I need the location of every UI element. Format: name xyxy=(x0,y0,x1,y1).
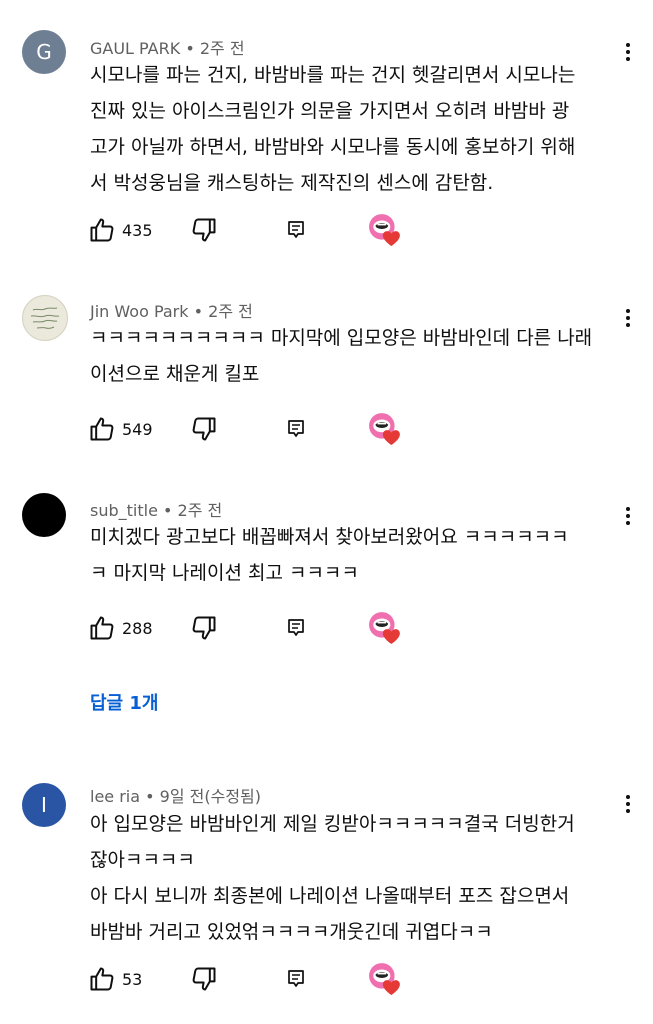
creator-heart-badge xyxy=(368,413,402,445)
comment-line: 이션으로 채운게 킬포 xyxy=(90,363,260,385)
view-replies-link[interactable]: 답글 1개 xyxy=(90,689,158,715)
creator-heart-icon xyxy=(368,213,402,247)
comment-time[interactable]: 2주 전 xyxy=(200,39,245,58)
reply-button[interactable] xyxy=(284,413,308,445)
more-vert-icon[interactable] xyxy=(618,304,638,332)
like-button[interactable]: 549 xyxy=(88,413,153,445)
like-count: 435 xyxy=(122,220,153,240)
comment-text: ㅋㅋㅋㅋㅋㅋㅋㅋㅋㅋ 마지막에 입모양은 바밤바인데 다른 나래 이션으로 채운… xyxy=(90,320,620,392)
comment-line: 서 박성웅님을 캐스팅하는 제작진의 센스에 감탄함. xyxy=(90,172,494,194)
meta-separator: • xyxy=(145,787,160,806)
meta-separator: • xyxy=(185,39,200,58)
avatar[interactable]: G xyxy=(22,30,66,74)
like-count: 53 xyxy=(122,969,143,989)
more-vert-icon[interactable] xyxy=(618,38,638,66)
comment-text: 아 입모양은 바밤바인게 제일 킹받아ㅋㅋㅋㅋㅋ결국 더빙한거 잖아ㅋㅋㅋㅋ 아… xyxy=(90,806,620,950)
comment-line: 바밤바 거리고 있었얶ㅋㅋㅋㅋ개웃긴데 귀엽다ㅋㅋ xyxy=(90,921,493,943)
like-button[interactable]: 435 xyxy=(88,214,153,246)
meta-separator: • xyxy=(163,501,178,520)
avatar[interactable]: I xyxy=(22,783,66,827)
comment-meta: GAUL PARK • 2주 전 xyxy=(90,35,245,59)
comment-line: 미치겠다 광고보다 배꼽빠져서 찾아보러왔어요 ㅋㅋㅋㅋㅋㅋ xyxy=(90,526,569,548)
creator-heart-icon xyxy=(368,611,402,645)
handwriting-avatar-image xyxy=(30,307,60,329)
more-vert-icon[interactable] xyxy=(618,502,638,530)
dislike-button[interactable] xyxy=(190,612,218,644)
avatar[interactable] xyxy=(22,493,66,537)
thumbs-up-icon xyxy=(88,614,116,642)
comment-line: ㅋㅋㅋㅋㅋㅋㅋㅋㅋㅋ 마지막에 입모양은 바밤바인데 다른 나래 xyxy=(90,327,593,349)
comment-meta: Jin Woo Park • 2주 전 xyxy=(90,298,253,322)
comment-thread: G GAUL PARK • 2주 전 시모나를 파는 건지, 바밤바를 파는 건… xyxy=(0,0,653,260)
comment-line: 아 입모양은 바밤바인게 제일 킹받아ㅋㅋㅋㅋㅋ결국 더빙한거 xyxy=(90,813,575,835)
thumbs-up-icon xyxy=(88,415,116,443)
like-count: 288 xyxy=(122,618,153,638)
comment-actions: 435 xyxy=(88,214,428,246)
thumbs-down-icon xyxy=(190,965,218,993)
like-count: 549 xyxy=(122,419,153,439)
comment-meta: lee ria • 9일 전(수정됨) xyxy=(90,783,261,807)
comment-line: 고가 아닐까 하면서, 바밤바와 시모나를 동시에 홍보하기 위해 xyxy=(90,136,576,158)
comment-line: 시모나를 파는 건지, 바밤바를 파는 건지 헷갈리면서 시모나는 xyxy=(90,64,576,86)
comment-text: 시모나를 파는 건지, 바밤바를 파는 건지 헷갈리면서 시모나는 진짜 있는 … xyxy=(90,57,620,201)
comment-actions: 53 xyxy=(88,963,428,995)
comment-thread: I lee ria • 9일 전(수정됨) 아 입모양은 바밤바인게 제일 킹받… xyxy=(0,755,653,1024)
creator-heart-icon xyxy=(368,962,402,996)
comment-line: 잖아ㅋㅋㅋㅋ xyxy=(90,849,195,871)
creator-heart-badge xyxy=(368,214,402,246)
avatar[interactable] xyxy=(22,295,68,341)
creator-heart-badge xyxy=(368,963,402,995)
reply-button[interactable] xyxy=(284,963,308,995)
reply-comment-icon xyxy=(284,218,308,242)
reply-comment-icon xyxy=(284,417,308,441)
thumbs-up-icon xyxy=(88,216,116,244)
comment-actions: 288 xyxy=(88,612,428,644)
comment-line: 아 다시 보니까 최종본에 나레이션 나올때부터 포즈 잡으면서 xyxy=(90,885,570,907)
comment-actions: 549 xyxy=(88,413,428,445)
reply-button[interactable] xyxy=(284,214,308,246)
thumbs-down-icon xyxy=(190,415,218,443)
reply-comment-icon xyxy=(284,616,308,640)
dislike-button[interactable] xyxy=(190,963,218,995)
author-name[interactable]: sub_title xyxy=(90,501,158,520)
creator-heart-badge xyxy=(368,612,402,644)
thumbs-down-icon xyxy=(190,614,218,642)
comment-thread: Jin Woo Park • 2주 전 ㅋㅋㅋㅋㅋㅋㅋㅋㅋㅋ 마지막에 입모양은… xyxy=(0,265,653,460)
comment-time[interactable]: 2주 전 xyxy=(178,501,223,520)
like-button[interactable]: 53 xyxy=(88,963,142,995)
comment-meta: sub_title • 2주 전 xyxy=(90,497,222,521)
comment-text: 미치겠다 광고보다 배꼽빠져서 찾아보러왔어요 ㅋㅋㅋㅋㅋㅋ ㅋ 마지막 나레이… xyxy=(90,519,620,591)
dislike-button[interactable] xyxy=(190,413,218,445)
meta-separator: • xyxy=(193,302,209,321)
dislike-button[interactable] xyxy=(190,214,218,246)
reply-button[interactable] xyxy=(284,612,308,644)
thumbs-up-icon xyxy=(88,965,116,993)
more-vert-icon[interactable] xyxy=(618,790,638,818)
author-name[interactable]: Jin Woo Park xyxy=(90,302,189,321)
author-name[interactable]: GAUL PARK xyxy=(90,39,180,58)
comment-time[interactable]: 2주 전 xyxy=(208,302,253,321)
avatar-letter: G xyxy=(36,40,52,64)
comment-thread: sub_title • 2주 전 미치겠다 광고보다 배꼽빠져서 찾아보러왔어요… xyxy=(0,465,653,745)
author-name[interactable]: lee ria xyxy=(90,787,140,806)
like-button[interactable]: 288 xyxy=(88,612,153,644)
comment-time[interactable]: 9일 전(수정됨) xyxy=(160,787,261,806)
comment-line: 진짜 있는 아이스크림인가 의문을 가지면서 오히려 바밤바 광 xyxy=(90,100,570,122)
comment-line: ㅋ 마지막 나레이션 최고 ㅋㅋㅋㅋ xyxy=(90,562,359,584)
reply-comment-icon xyxy=(284,967,308,991)
avatar-letter: I xyxy=(41,793,47,817)
creator-heart-icon xyxy=(368,412,402,446)
thumbs-down-icon xyxy=(190,216,218,244)
